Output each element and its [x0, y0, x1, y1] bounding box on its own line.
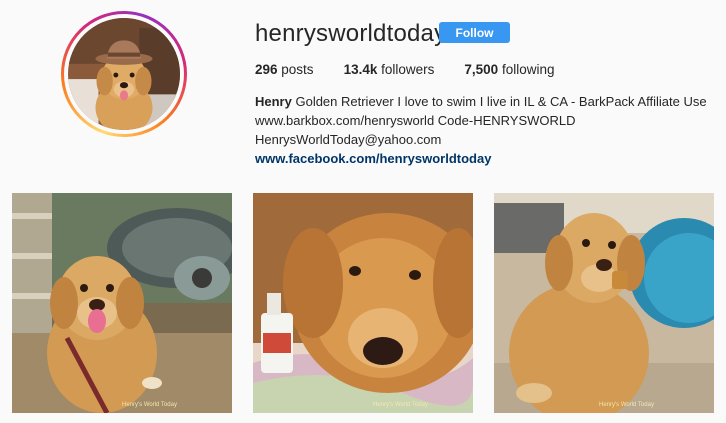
following-label: following	[498, 62, 555, 77]
post-image-1	[12, 193, 232, 413]
followers-count: 13.4k	[343, 62, 378, 77]
bio-line-2: www.barkbox.com/henrysworld Code-HENRYSW…	[255, 113, 576, 128]
post-watermark-3: Henry's World Today	[599, 402, 654, 408]
avatar[interactable]	[68, 18, 180, 130]
profile-bio: Henry Golden Retriever I love to swim I …	[255, 92, 715, 168]
bio-name: Henry	[255, 94, 292, 109]
profile-stats: 296 posts 13.4k followers 7,500 followin…	[255, 62, 584, 77]
post-grid: Henry's World Today Henry's World Today …	[12, 193, 714, 413]
follow-button[interactable]: Follow	[439, 22, 510, 43]
followers-label: followers	[377, 62, 435, 77]
post-watermark-1: Henry's World Today	[122, 402, 177, 408]
posts-label: posts	[277, 62, 314, 77]
following-stat[interactable]: 7,500 following	[464, 62, 554, 77]
bio-line-1: Henry Golden Retriever I love to swim I …	[255, 92, 715, 111]
posts-count: 296	[255, 62, 278, 77]
bio-email: HenrysWorldToday@yahoo.com	[255, 132, 442, 147]
profile-page: henrysworldtoday Follow 296 posts 13.4k …	[0, 0, 726, 423]
following-count: 7,500	[464, 62, 499, 77]
profile-username: henrysworldtoday	[255, 20, 447, 47]
post-watermark-2: Henry's World Today	[373, 402, 428, 408]
post-thumbnail-3[interactable]: Henry's World Today	[494, 193, 714, 413]
post-thumbnail-1[interactable]: Henry's World Today	[12, 193, 232, 413]
story-ring[interactable]	[61, 11, 187, 137]
post-image-2	[253, 193, 473, 413]
followers-stat[interactable]: 13.4k followers	[344, 62, 435, 77]
post-thumbnail-2[interactable]: Henry's World Today	[253, 193, 473, 413]
bio-website-link[interactable]: www.facebook.com/henrysworldtoday	[255, 151, 491, 166]
posts-stat: 296 posts	[255, 62, 314, 77]
post-image-3	[494, 193, 714, 413]
bio-text: Golden Retriever I love to swim I live i…	[291, 94, 707, 109]
